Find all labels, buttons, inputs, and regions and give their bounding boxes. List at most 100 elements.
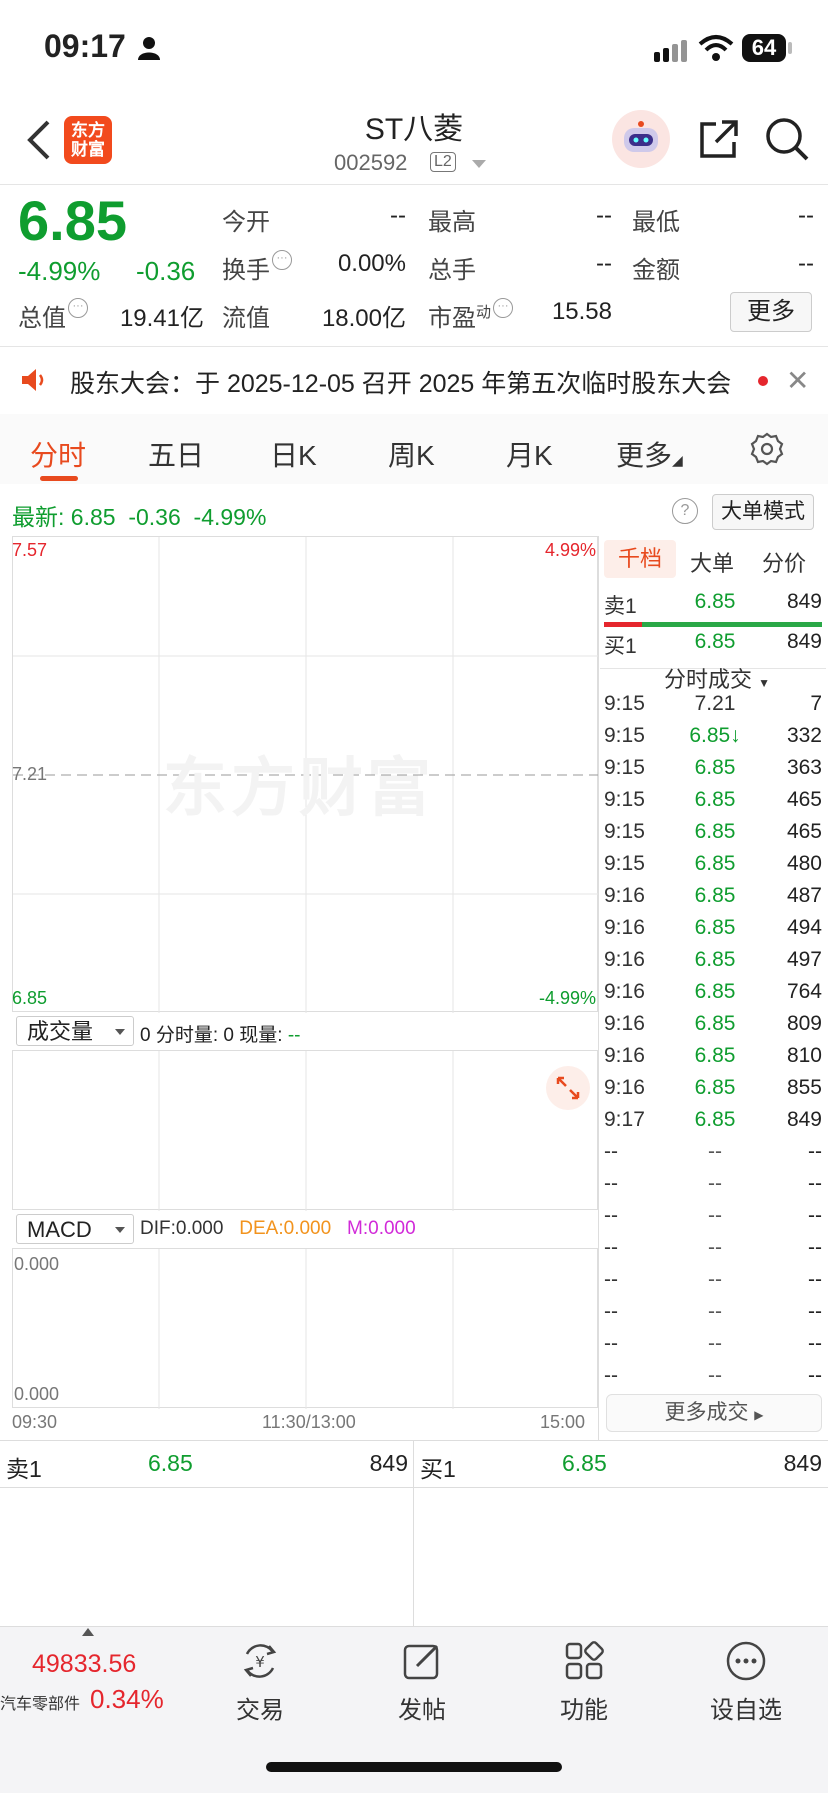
side-tab-price-distribution[interactable]: 分价 xyxy=(762,546,806,578)
trade-volume: 480 xyxy=(786,852,822,875)
tab-trade-label: 交易 xyxy=(236,1697,284,1724)
float-cap-value: 18.00亿 xyxy=(321,305,406,332)
tab-intraday[interactable]: 分时 xyxy=(30,434,86,474)
caret-up-icon[interactable] xyxy=(82,1628,94,1636)
trade-time: -- xyxy=(604,1268,618,1291)
low-value: -- xyxy=(798,202,814,229)
buy1-volume: 849 xyxy=(786,630,822,653)
x-axis-end: 15:00 xyxy=(540,1412,586,1432)
tab-daily-k[interactable]: 日K xyxy=(270,434,317,474)
volume-chart[interactable] xyxy=(12,1050,598,1211)
trade-price: -- xyxy=(708,1364,722,1387)
search-icon[interactable] xyxy=(764,116,810,162)
side-tab-levels[interactable]: 千档 xyxy=(604,540,676,578)
speaker-icon xyxy=(22,369,44,391)
back-arrow-icon[interactable] xyxy=(26,118,52,162)
stock-code[interactable]: 002592 xyxy=(334,150,407,176)
trade-price: 6.85 xyxy=(694,1012,736,1035)
more-info-icon[interactable]: ··· xyxy=(68,298,88,318)
tab-post[interactable]: 发帖 xyxy=(372,1640,472,1725)
gear-icon[interactable] xyxy=(750,432,784,466)
intraday-price-chart[interactable]: 东方财富 xyxy=(12,536,599,1013)
chevron-down-icon[interactable] xyxy=(472,160,486,168)
current-volume: -- xyxy=(287,1025,301,1046)
trade-time: 9:15 xyxy=(604,820,645,843)
sector-index-percent[interactable]: 0.34% xyxy=(90,1684,164,1715)
total-cap-label-text: 总值 xyxy=(18,305,66,332)
tab-monthly-k[interactable]: 月K xyxy=(506,434,553,474)
trade-row: 9:16 6.85 809 xyxy=(604,1012,822,1044)
trades-title[interactable]: 分时成交 ▼ xyxy=(664,662,770,694)
volume-indicator-select[interactable]: 成交量 xyxy=(16,1016,134,1046)
tab-more[interactable]: 更多◢ xyxy=(616,434,683,474)
ai-assistant-robot-icon[interactable] xyxy=(612,110,670,168)
trade-price: -- xyxy=(708,1172,722,1195)
total-cap-label[interactable]: 总值 ··· xyxy=(18,298,88,333)
close-icon[interactable]: ✕ xyxy=(786,364,809,397)
pe-label[interactable]: 市盈动 ··· xyxy=(428,298,514,333)
more-trades-label: 更多成交 xyxy=(664,1401,749,1424)
battery-indicator: 64 xyxy=(742,34,786,62)
announcement-text[interactable]: 股东大会：于 2025-12-05 召开 2025 年第五次临时股东大会 xyxy=(70,364,740,400)
trade-time: 9:15 xyxy=(604,788,645,811)
trade-price: -- xyxy=(708,1204,722,1227)
tab-weekly-k[interactable]: 周K xyxy=(388,434,435,474)
share-icon[interactable] xyxy=(696,118,740,162)
quote-divider xyxy=(0,346,828,347)
sector-index-value[interactable]: 49833.56 xyxy=(32,1650,136,1679)
pct-axis-top: 4.99% xyxy=(544,540,596,560)
trade-time: -- xyxy=(604,1172,618,1195)
turnover-value: 0.00% xyxy=(337,250,406,277)
tab-add-watchlist[interactable]: 设自选 xyxy=(696,1640,796,1725)
tab-add-watchlist-label: 设自选 xyxy=(710,1697,782,1724)
sell1-price: 6.85 xyxy=(694,590,736,613)
more-info-icon[interactable]: ··· xyxy=(272,250,292,270)
more-quote-button[interactable]: 更多 xyxy=(730,292,812,332)
side-tab-big-orders[interactable]: 大单 xyxy=(690,546,734,578)
sector-name[interactable]: 汽车零部件 xyxy=(0,1690,80,1714)
trade-price: 6.85 xyxy=(694,788,736,811)
trade-price: 6.85 xyxy=(694,1108,736,1131)
trade-price: 6.85 xyxy=(694,756,736,779)
active-tab-underline xyxy=(40,476,78,481)
trade-time: 9:15 xyxy=(604,852,645,875)
caret-down-icon: ▼ xyxy=(758,676,771,690)
home-indicator[interactable] xyxy=(266,1762,562,1772)
trade-row: -- -- -- xyxy=(604,1300,822,1332)
more-trades-button[interactable]: 更多成交 ▶ xyxy=(606,1394,822,1432)
buy1-label: 买1 xyxy=(604,635,637,658)
expand-icon[interactable] xyxy=(546,1066,590,1110)
trade-time: 9:15 xyxy=(604,756,645,779)
trade-row: -- -- -- xyxy=(604,1236,822,1268)
latest-percent: -4.99% xyxy=(193,504,267,530)
trade-price: 6.85 xyxy=(694,884,736,907)
high-label: 最高 xyxy=(428,209,476,236)
trade-price: 6.85 xyxy=(694,1076,736,1099)
trades-title-text: 分时成交 xyxy=(664,667,753,692)
y-axis-bottom: 6.85 xyxy=(12,988,48,1008)
eastmoney-logo: 东方 财富 xyxy=(64,116,112,164)
trade-volume: 809 xyxy=(786,1012,822,1035)
tab-trade[interactable]: ¥ 交易 xyxy=(210,1640,310,1725)
trade-time: 9:16 xyxy=(604,1044,645,1067)
trade-volume: -- xyxy=(808,1268,822,1291)
big-order-mode-button[interactable]: 大单模式 xyxy=(712,494,814,530)
chevron-down-icon xyxy=(115,1029,125,1035)
tab-post-label: 发帖 xyxy=(398,1697,446,1724)
tab-five-day[interactable]: 五日 xyxy=(148,434,204,474)
unread-dot xyxy=(758,376,768,386)
sell-ratio-bar xyxy=(604,622,642,627)
volume-info: 0 分时量: 0 现量: -- xyxy=(140,1020,300,1047)
macd-chart[interactable] xyxy=(12,1248,598,1409)
latest-label: 最新: xyxy=(12,504,65,530)
more-info-icon[interactable]: ··· xyxy=(493,298,514,318)
turnover-label[interactable]: 换手 ··· xyxy=(222,250,292,285)
macd-indicator-select[interactable]: MACD xyxy=(16,1214,134,1244)
level2-badge[interactable]: L2 xyxy=(430,152,456,172)
tab-functions[interactable]: 功能 xyxy=(534,1640,634,1725)
amount-value: -- xyxy=(798,250,814,277)
x-axis-mid: 11:30/13:00 xyxy=(262,1412,356,1432)
trade-time: -- xyxy=(604,1364,618,1387)
high-value: -- xyxy=(596,202,612,229)
help-icon[interactable]: ? xyxy=(672,498,698,524)
